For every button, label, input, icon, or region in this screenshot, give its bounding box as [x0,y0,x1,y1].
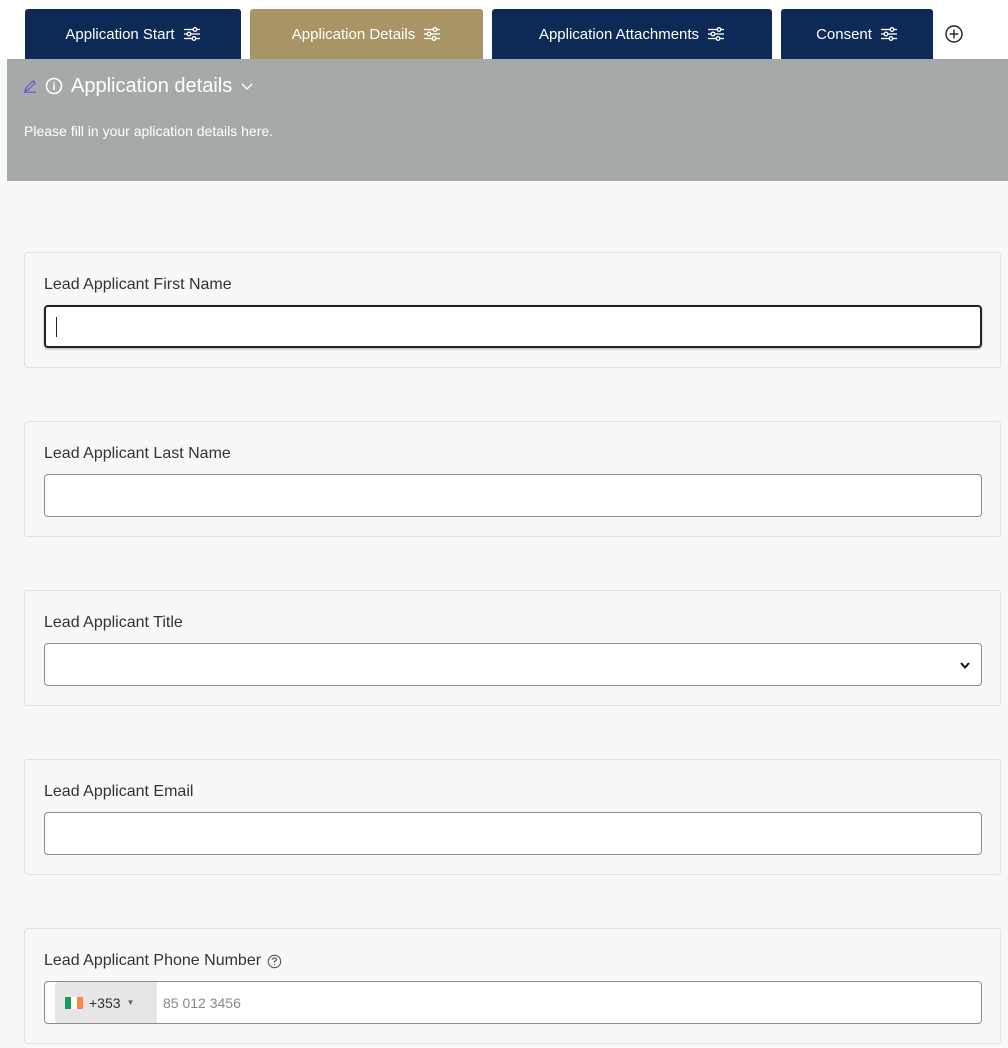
section-header: i Application details Please fill in you… [7,59,1008,181]
sliders-icon [708,27,725,41]
title-select[interactable] [44,643,982,686]
phone-card: Lead Applicant Phone Number +353 ▼ 85 01… [24,928,1001,1044]
add-tab-button[interactable] [943,23,965,45]
title-label: Lead Applicant Title [44,614,183,632]
text-caret [56,317,57,337]
last-name-input[interactable] [44,474,982,517]
pencil-icon[interactable] [23,79,37,93]
last-name-label: Lead Applicant Last Name [44,445,231,463]
last-name-label-text: Lead Applicant Last Name [44,445,231,462]
phone-label-text: Lead Applicant Phone Number [44,952,262,969]
tab-label: Application Attachments [538,25,700,43]
section-title: Application details [71,74,233,97]
chevron-down-icon[interactable] [240,79,254,93]
phone-label: Lead Applicant Phone Number [44,952,282,970]
info-icon[interactable]: i [45,77,63,95]
first-name-card: Lead Applicant First Name [24,252,1001,368]
chevron-down-icon [960,661,970,669]
sliders-icon [880,27,897,41]
tab-label: Application Start [65,25,175,43]
phone-input[interactable]: +353 ▼ 85 012 3456 [44,981,982,1024]
title-label-text: Lead Applicant Title [44,614,183,631]
last-name-card: Lead Applicant Last Name [24,421,1001,537]
email-input[interactable] [44,812,982,855]
tab-bar: Application Start Application Details Ap… [0,0,1008,59]
tab-application-details[interactable]: Application Details [250,9,483,59]
first-name-input[interactable] [44,305,982,348]
tab-label: Consent [816,25,872,43]
country-code-dropdown[interactable]: +353 ▼ [55,982,157,1023]
tab-consent[interactable]: Consent [781,9,933,59]
tab-application-attachments[interactable]: Application Attachments [492,9,772,59]
ireland-flag-icon [65,996,83,1009]
first-name-label-text: Lead Applicant First Name [44,276,232,293]
email-label-text: Lead Applicant Email [44,783,194,800]
email-card: Lead Applicant Email [24,759,1001,875]
sliders-icon [183,27,200,41]
help-icon[interactable] [267,954,282,969]
first-name-label: Lead Applicant First Name [44,276,232,294]
email-label: Lead Applicant Email [44,783,193,801]
plus-circle-icon [945,25,963,43]
svg-text:i: i [52,81,55,93]
country-code: +353 [89,994,121,1011]
caret-down-icon: ▼ [126,998,135,1007]
sliders-icon [424,27,441,41]
title-card: Lead Applicant Title [24,590,1001,706]
tab-application-start[interactable]: Application Start [25,9,241,59]
section-description: Please fill in your aplication details h… [24,123,274,139]
tab-label: Application Details [291,25,416,43]
phone-number-placeholder: 85 012 3456 [163,994,241,1011]
